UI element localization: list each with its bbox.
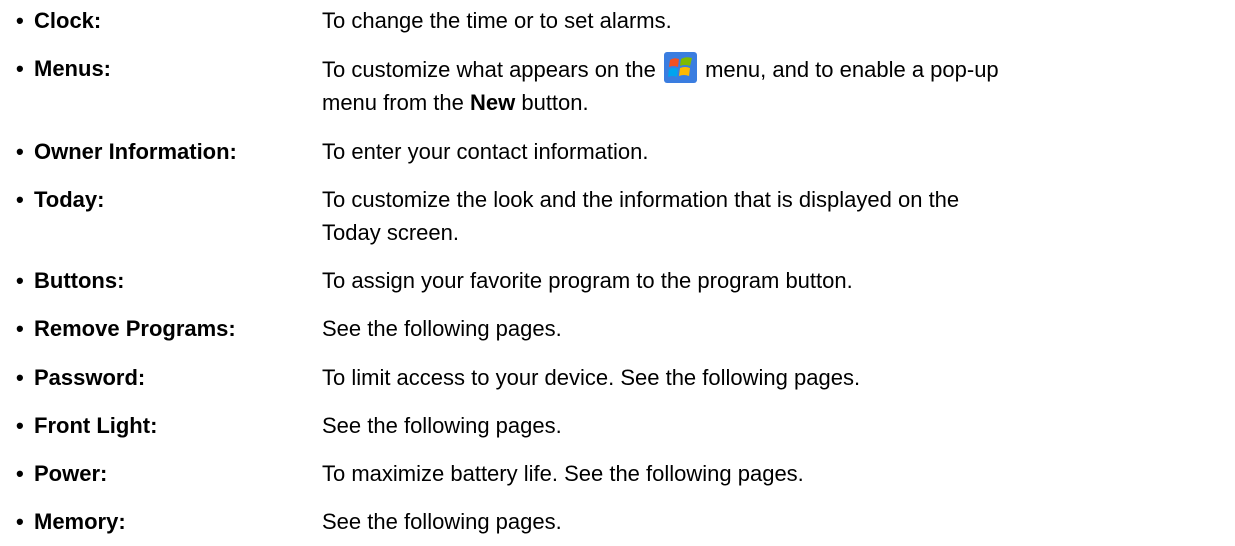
term-today: Today: [34, 187, 105, 212]
desc-menus: To customize what appears on the menu, a… [322, 52, 1222, 119]
desc-front-light: See the following pages. [322, 413, 562, 438]
term-buttons: Buttons: [34, 268, 125, 293]
bullet: • [16, 509, 24, 534]
bullet: • [16, 187, 24, 212]
bullet: • [16, 56, 24, 81]
bullet: • [16, 8, 24, 33]
desc-today-line2: Today screen. [322, 220, 459, 245]
bullet: • [16, 316, 24, 341]
desc-owner-information: To enter your contact information. [322, 139, 649, 164]
term-power: Power: [34, 461, 108, 486]
desc-menus-part4: button. [521, 90, 589, 115]
term-menus: Menus: [34, 56, 111, 81]
desc-today-line1: To customize the look and the informatio… [322, 187, 960, 212]
bullet: • [16, 268, 24, 293]
desc-clock: To change the time or to set alarms. [322, 8, 672, 33]
desc-menus-part1: To customize what appears on the [322, 57, 656, 82]
desc-memory: See the following pages. [322, 509, 562, 534]
bullet: • [16, 461, 24, 486]
term-clock: Clock: [34, 8, 102, 33]
term-owner-information: Owner Information: [34, 139, 237, 164]
desc-menus-part3: menu from the [322, 90, 464, 115]
term-password: Password: [34, 365, 146, 390]
bullet: • [16, 365, 24, 390]
desc-buttons: To assign your favorite program to the p… [322, 268, 853, 293]
new-button-label: New [469, 90, 516, 115]
bullet: • [16, 139, 24, 164]
windows-start-icon [663, 52, 697, 83]
desc-power: To maximize battery life. See the follow… [322, 461, 804, 486]
desc-remove-programs: See the following pages. [322, 316, 562, 341]
desc-password: To limit access to your device. See the … [322, 365, 861, 390]
term-remove-programs: Remove Programs: [34, 316, 236, 341]
term-memory: Memory: [34, 509, 126, 534]
bullet: • [16, 413, 24, 438]
desc-today: To customize the look and the informatio… [322, 183, 1222, 249]
term-front-light: Front Light: [34, 413, 158, 438]
desc-menus-part2: menu, and to enable a pop-up [705, 57, 999, 82]
